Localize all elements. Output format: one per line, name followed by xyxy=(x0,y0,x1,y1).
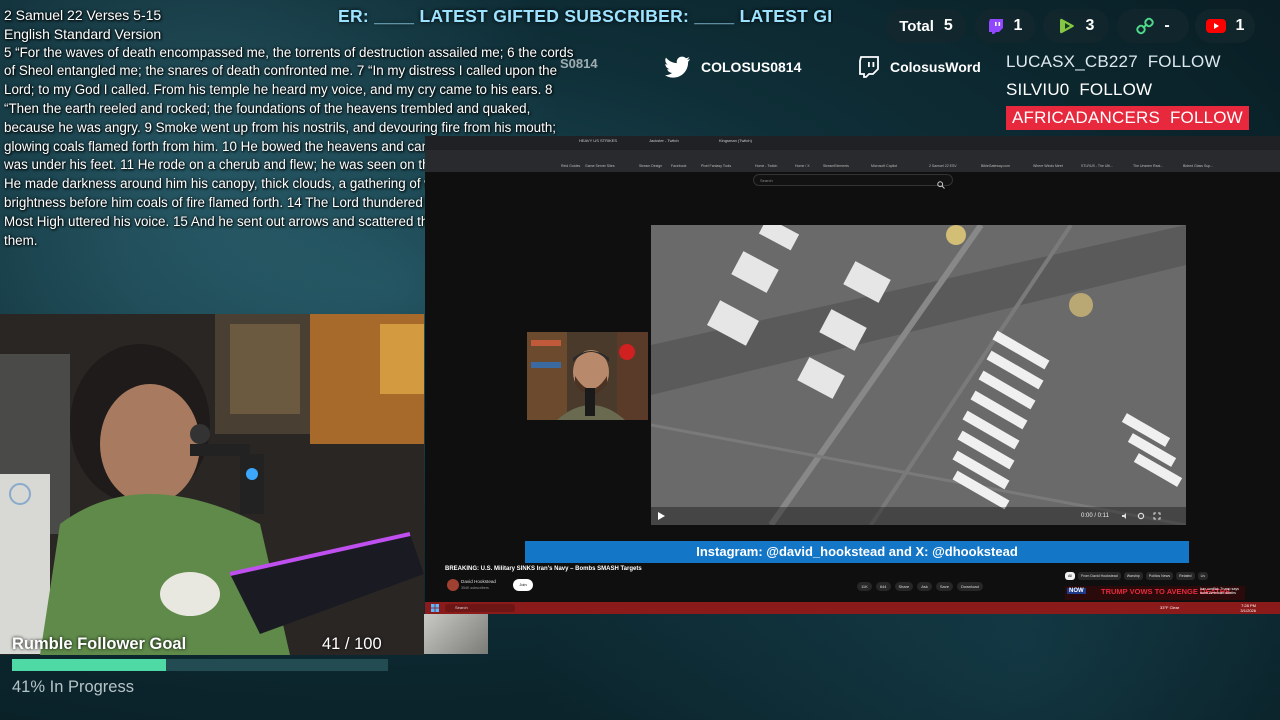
channel-subscribers: 354K subscribers xyxy=(461,586,489,590)
bookmark[interactable]: StreamElements xyxy=(823,164,849,168)
bookmark[interactable]: Facebook xyxy=(671,164,686,168)
youtube-icon xyxy=(1205,19,1226,33)
chip[interactable]: Liv xyxy=(1197,572,1209,580)
save-button[interactable]: Save xyxy=(935,582,953,591)
news-brand: NOW xyxy=(1067,588,1086,594)
link-value: - xyxy=(1164,17,1170,34)
recommendation-chips: All From David Hookstead Warship Politic… xyxy=(1065,572,1209,580)
goal-progress-bar xyxy=(12,659,388,671)
youtube-value: 1 xyxy=(1235,17,1245,34)
twitter-social: COLOSUS0814 xyxy=(665,56,801,78)
chip[interactable]: Related xyxy=(1176,572,1195,580)
news-thumbnail[interactable]: NOW TRUMP VOWS TO AVENGE DEATHS Iran con… xyxy=(1065,586,1245,600)
windows-start-icon[interactable] xyxy=(431,604,439,612)
download-button[interactable]: Download xyxy=(957,582,983,591)
twitter-handle: COLOSUS0814 xyxy=(701,59,802,75)
twitch-stat: 1 xyxy=(975,9,1035,43)
weather-tray: 33°F Clear xyxy=(1160,605,1180,610)
bookmark[interactable]: Stream Design xyxy=(639,164,662,168)
drone-footage xyxy=(651,225,1186,525)
twitch-social: ColosusWord xyxy=(858,56,981,78)
browser-tab[interactable]: HEAVY US STRIKES xyxy=(575,138,617,148)
windows-taskbar: Search 33°F Clear 7:28 PM 3/1/2026 xyxy=(425,602,1280,614)
goal-status: 41% In Progress xyxy=(12,678,134,696)
bookmark[interactable]: Pixel Fantasy Tools xyxy=(701,164,731,168)
bookmark[interactable]: Reid Guides xyxy=(561,164,580,168)
bookmark[interactable]: Microsoft Copilot xyxy=(871,164,897,168)
video-time: 0:00 / 0:11 xyxy=(1081,513,1109,519)
system-clock: 7:28 PM 3/1/2026 xyxy=(1240,603,1256,613)
side-image xyxy=(424,614,488,654)
bookmark[interactable]: 2 Samuel 22 ESV xyxy=(929,164,957,168)
host-webcam-inset xyxy=(527,332,648,420)
twitter-bird-icon xyxy=(665,56,690,78)
like-button[interactable]: 11K xyxy=(857,582,872,591)
bookmarks-bar: Reid Guides Game Server Sites Stream Des… xyxy=(425,162,1280,172)
link-stat: - xyxy=(1117,9,1189,43)
total-value: 5 xyxy=(943,17,953,34)
video-player[interactable]: 0:00 / 0:11 xyxy=(651,225,1186,525)
bookmark[interactable]: STLRUS - The Ulti... xyxy=(1081,164,1113,168)
bookmark[interactable]: BibleGateway.com xyxy=(981,164,1010,168)
scripture-version: English Standard Version xyxy=(4,25,162,42)
chip[interactable]: Politics News xyxy=(1145,572,1174,580)
volume-icon[interactable] xyxy=(1121,512,1129,520)
goal-title: Rumble Follower Goal xyxy=(12,635,187,653)
rumble-stat: 3 xyxy=(1043,9,1109,43)
goal-count: 41 / 100 xyxy=(322,635,382,653)
join-button[interactable]: Join xyxy=(513,579,533,591)
bookmark[interactable]: The Unseen Real... xyxy=(1133,164,1163,168)
youtube-search-input[interactable]: Search xyxy=(753,174,953,186)
tab-bar: HEAVY US STRIKES Jackster - Twitch Kings… xyxy=(425,136,1280,150)
follow-alert: LUCASX_CB227 FOLLOW xyxy=(1006,52,1221,71)
chip[interactable]: Warship xyxy=(1123,572,1143,580)
comment-count-button[interactable]: 644 xyxy=(875,582,891,591)
settings-gear-icon[interactable] xyxy=(1137,512,1145,520)
rumble-icon xyxy=(1059,18,1074,34)
twitch-logo-icon xyxy=(859,56,879,78)
instagram-banner: Instagram: @david_hookstead and X: @dhoo… xyxy=(525,541,1189,563)
fullscreen-icon[interactable] xyxy=(1153,512,1161,520)
goal-progress-fill xyxy=(12,659,167,671)
follow-alert-highlight: AFRICADANCERS FOLLOW xyxy=(1006,106,1249,130)
twitch-handle: ColosusWord xyxy=(890,59,981,75)
twitch-icon xyxy=(988,19,1003,34)
webcam-feed xyxy=(0,314,424,655)
address-bar[interactable] xyxy=(425,150,1280,162)
play-icon[interactable] xyxy=(656,511,666,521)
follow-alert: SILVIU0 FOLLOW xyxy=(1006,80,1153,99)
total-label: Total xyxy=(899,17,934,35)
browser-window: HEAVY US STRIKES Jackster - Twitch Kings… xyxy=(425,136,1280,614)
scripture-reference: 2 Samuel 22 Verses 5-15 xyxy=(4,7,162,23)
channel-avatar[interactable] xyxy=(447,579,459,591)
bookmark[interactable]: Home / X xyxy=(795,164,810,168)
ask-button[interactable]: Ask xyxy=(917,582,932,591)
bookmark[interactable]: Game Server Sites xyxy=(585,164,615,168)
bookmark[interactable]: Bidred Glass Sup... xyxy=(1183,164,1213,168)
streamer-camera-image xyxy=(0,314,424,655)
chip-all[interactable]: All xyxy=(1065,572,1075,580)
bookmark[interactable]: Home - Twitch xyxy=(755,164,777,168)
behind-handle: S0814 xyxy=(560,56,598,71)
bookmark[interactable]: Where Winds Meet xyxy=(1033,164,1063,168)
video-actions: 11K 644 Share Ask Save Download xyxy=(857,582,983,591)
channel-name[interactable]: David Hookstead xyxy=(461,579,496,584)
chip[interactable]: From David Hookstead xyxy=(1078,572,1121,580)
video-title: BREAKING: U.S. Military SINKS Iran's Nav… xyxy=(445,566,642,572)
total-stat: Total 5 xyxy=(886,9,966,43)
twitch-value: 1 xyxy=(1013,17,1023,34)
taskbar-search[interactable]: Search xyxy=(445,604,515,612)
news-side-text: Iran conflict: Trump says more American … xyxy=(1200,587,1239,595)
link-icon xyxy=(1136,17,1155,35)
youtube-stat: 1 xyxy=(1195,9,1255,43)
browser-tab[interactable]: Jackster - Twitch xyxy=(645,138,679,148)
share-button[interactable]: Share xyxy=(894,582,914,591)
browser-tab[interactable]: Kingsman (Twitch) xyxy=(715,138,752,148)
search-icon[interactable] xyxy=(937,176,945,189)
rumble-value: 3 xyxy=(1085,17,1095,34)
